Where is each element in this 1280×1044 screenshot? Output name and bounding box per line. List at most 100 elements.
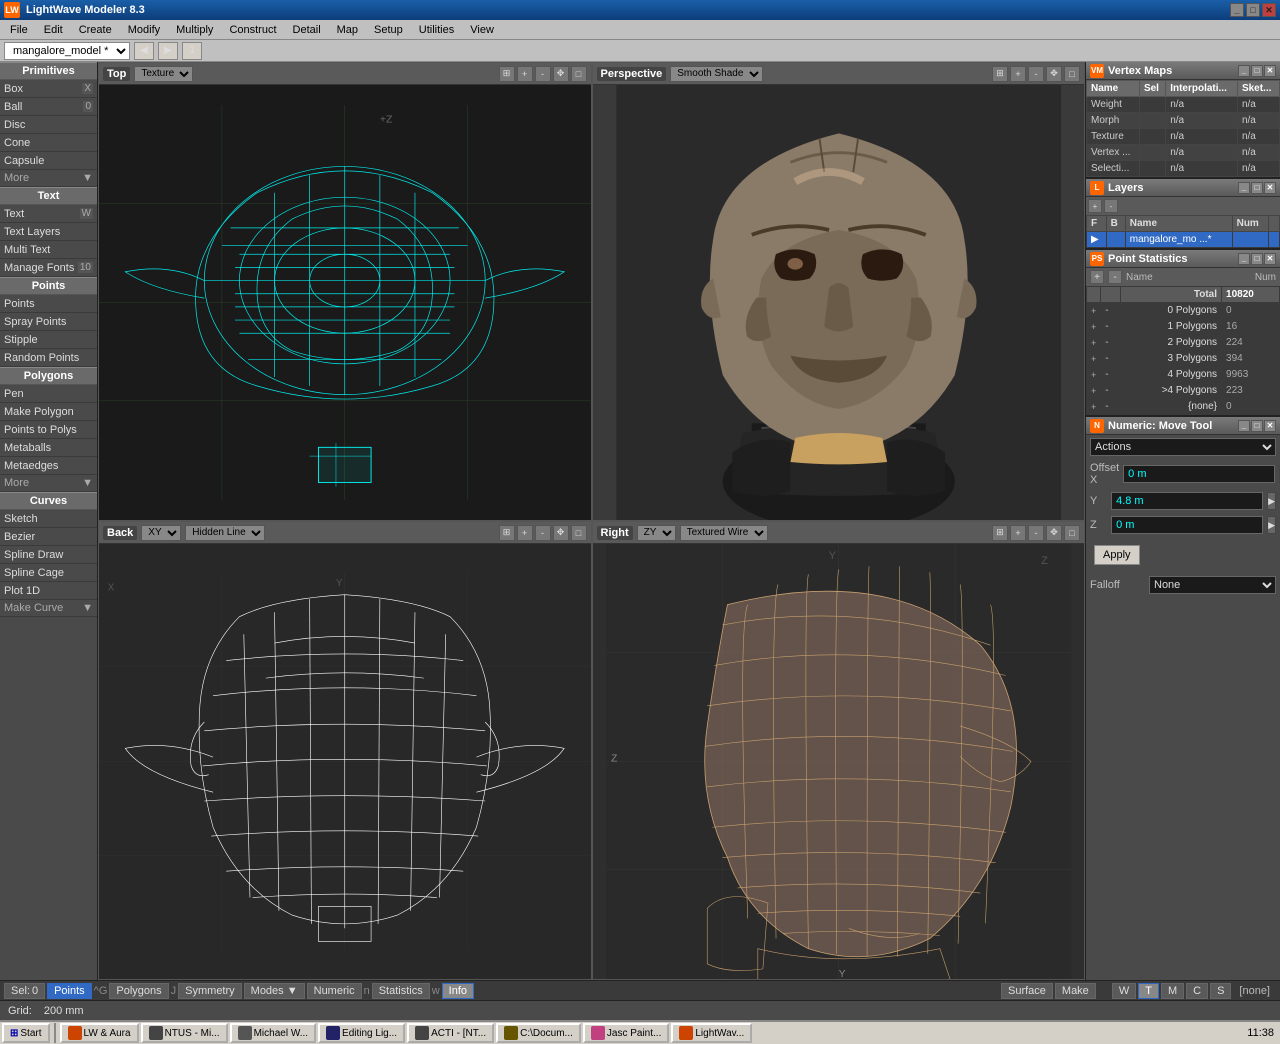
viewport-back[interactable]: Back XY Hidden Line ⊞ + - ✥ □ (98, 521, 592, 980)
btn-random-points[interactable]: Random Points (0, 349, 97, 367)
make-btn[interactable]: Make (1055, 983, 1096, 999)
point-stats-minimize[interactable]: _ (1238, 253, 1250, 265)
vp-right-zoom-in[interactable]: + (1010, 525, 1026, 541)
menu-modify[interactable]: Modify (120, 22, 168, 38)
btn-spline-cage[interactable]: Spline Cage (0, 564, 97, 582)
info-btn-info[interactable]: Info (442, 983, 474, 999)
maximize-button[interactable]: □ (1246, 3, 1260, 17)
nav-prev[interactable]: ◀ (134, 42, 154, 60)
btn-plot-1d[interactable]: Plot 1D (0, 582, 97, 600)
vm-row-morph[interactable]: Morph n/a n/a (1087, 113, 1280, 129)
btn-capsule[interactable]: Capsule (0, 152, 97, 170)
vp-right-fullscreen[interactable]: □ (1064, 525, 1080, 541)
vp-right-canvas[interactable]: Z Y (593, 544, 1085, 979)
symmetry-btn[interactable]: Symmetry (178, 983, 242, 999)
btn-cone[interactable]: Cone (0, 134, 97, 152)
btn-spray-points[interactable]: Spray Points (0, 313, 97, 331)
vp-perspective-zoom-out[interactable]: - (1028, 66, 1044, 82)
menu-utilities[interactable]: Utilities (411, 22, 462, 38)
vp-perspective-pan[interactable]: ✥ (1046, 66, 1062, 82)
btn-metaedges[interactable]: Metaedges (0, 457, 97, 475)
vp-top-mode-select[interactable]: Texture (134, 66, 193, 82)
menu-edit[interactable]: Edit (36, 22, 71, 38)
layers-close[interactable]: ✕ (1264, 182, 1276, 194)
start-button[interactable]: ⊞ Start (2, 1023, 50, 1043)
menu-detail[interactable]: Detail (285, 22, 329, 38)
btn-box[interactable]: BoxX (0, 80, 97, 98)
vertex-maps-close[interactable]: ✕ (1264, 65, 1276, 77)
taskbar-editing[interactable]: Editing Lig... (318, 1023, 405, 1043)
viewport-right[interactable]: Right ZY Textured Wire ⊞ + - ✥ □ (592, 521, 1086, 980)
menu-multiply[interactable]: Multiply (168, 22, 221, 38)
btn-points-to-polys[interactable]: Points to Polys (0, 421, 97, 439)
btn-pen[interactable]: Pen (0, 385, 97, 403)
offset-z-input[interactable] (1111, 516, 1263, 534)
vp-top-zoom-out[interactable]: - (535, 66, 551, 82)
menu-construct[interactable]: Construct (221, 22, 284, 38)
mode-m[interactable]: M (1161, 983, 1184, 999)
taskbar-lw-aura[interactable]: LW & Aura (60, 1023, 139, 1043)
stats-row-2poly[interactable]: + - 2 Polygons 224 (1087, 335, 1280, 351)
vertex-maps-maximize[interactable]: □ (1251, 65, 1263, 77)
layers-delete[interactable]: - (1104, 199, 1118, 213)
layer-row-1[interactable]: ▶ mangalore_mo ...* (1087, 232, 1280, 248)
mode-t[interactable]: T (1138, 983, 1159, 999)
vp-perspective-canvas[interactable] (593, 85, 1085, 520)
btn-text-layers[interactable]: Text Layers (0, 223, 97, 241)
vp-right-axis-select[interactable]: ZY (637, 525, 676, 541)
vp-back-pan[interactable]: ✥ (553, 525, 569, 541)
offset-y-input[interactable] (1111, 492, 1263, 510)
offset-x-input[interactable] (1123, 465, 1275, 483)
vertex-maps-minimize[interactable]: _ (1238, 65, 1250, 77)
numeric-btn[interactable]: Numeric (307, 983, 362, 999)
layers-maximize[interactable]: □ (1251, 182, 1263, 194)
taskbar-ntus[interactable]: NTUS - Mi... (141, 1023, 228, 1043)
stats-row-3poly[interactable]: + - 3 Polygons 394 (1087, 351, 1280, 367)
point-stats-close[interactable]: ✕ (1264, 253, 1276, 265)
taskbar-jasc[interactable]: Jasc Paint... (583, 1023, 669, 1043)
btn-make-curve[interactable]: Make Curve▼ (0, 600, 97, 617)
vp-top-pan[interactable]: ✥ (553, 66, 569, 82)
actions-select[interactable]: Actions (1090, 438, 1276, 456)
taskbar-acti[interactable]: ACTI - [NT... (407, 1023, 494, 1043)
btn-sketch[interactable]: Sketch (0, 510, 97, 528)
menu-setup[interactable]: Setup (366, 22, 411, 38)
stats-row-4poly[interactable]: + - 4 Polygons 9963 (1087, 367, 1280, 383)
minimize-button[interactable]: _ (1230, 3, 1244, 17)
layers-new[interactable]: + (1088, 199, 1102, 213)
close-button[interactable]: ✕ (1262, 3, 1276, 17)
btn-disc[interactable]: Disc (0, 116, 97, 134)
numeric-minimize[interactable]: _ (1238, 420, 1250, 432)
apply-button[interactable]: Apply (1094, 545, 1140, 565)
vp-back-canvas[interactable]: X Y (99, 544, 591, 979)
taskbar-michael[interactable]: Michael W... (230, 1023, 316, 1043)
vp-top-zoom-fit[interactable]: ⊞ (499, 66, 515, 82)
stats-remove[interactable]: - (1108, 270, 1122, 284)
vp-top-zoom-in[interactable]: + (517, 66, 533, 82)
vm-row-select[interactable]: Selecti... n/a n/a (1087, 161, 1280, 177)
viewport-top[interactable]: Top Texture ⊞ + - ✥ □ (98, 62, 592, 521)
btn-multi-text[interactable]: Multi Text (0, 241, 97, 259)
menu-create[interactable]: Create (71, 22, 120, 38)
vp-perspective-zoom-in[interactable]: + (1010, 66, 1026, 82)
stats-add[interactable]: + (1090, 270, 1104, 284)
menu-view[interactable]: View (462, 22, 502, 38)
statistics-btn[interactable]: Statistics (372, 983, 430, 999)
btn-ball[interactable]: Ball0 (0, 98, 97, 116)
vp-right-zoom-fit[interactable]: ⊞ (992, 525, 1008, 541)
nav-1[interactable]: 1 (182, 42, 202, 60)
vm-row-weight[interactable]: Weight n/a n/a (1087, 97, 1280, 113)
polygons-mode-btn[interactable]: Polygons (109, 983, 168, 999)
vm-row-vertex[interactable]: Vertex ... n/a n/a (1087, 145, 1280, 161)
vp-back-mode-select[interactable]: Hidden Line (185, 525, 265, 541)
vp-back-zoom-fit[interactable]: ⊞ (499, 525, 515, 541)
vp-top-fullscreen[interactable]: □ (571, 66, 587, 82)
vm-row-texture[interactable]: Texture n/a n/a (1087, 129, 1280, 145)
vp-back-zoom-out[interactable]: - (535, 525, 551, 541)
falloff-select[interactable]: None (1149, 576, 1276, 594)
vp-perspective-mode-select[interactable]: Smooth Shade (670, 66, 763, 82)
stats-row-1poly[interactable]: + - 1 Polygons 16 (1087, 319, 1280, 335)
btn-bezier[interactable]: Bezier (0, 528, 97, 546)
vp-back-fullscreen[interactable]: □ (571, 525, 587, 541)
mode-w[interactable]: W (1112, 983, 1136, 999)
